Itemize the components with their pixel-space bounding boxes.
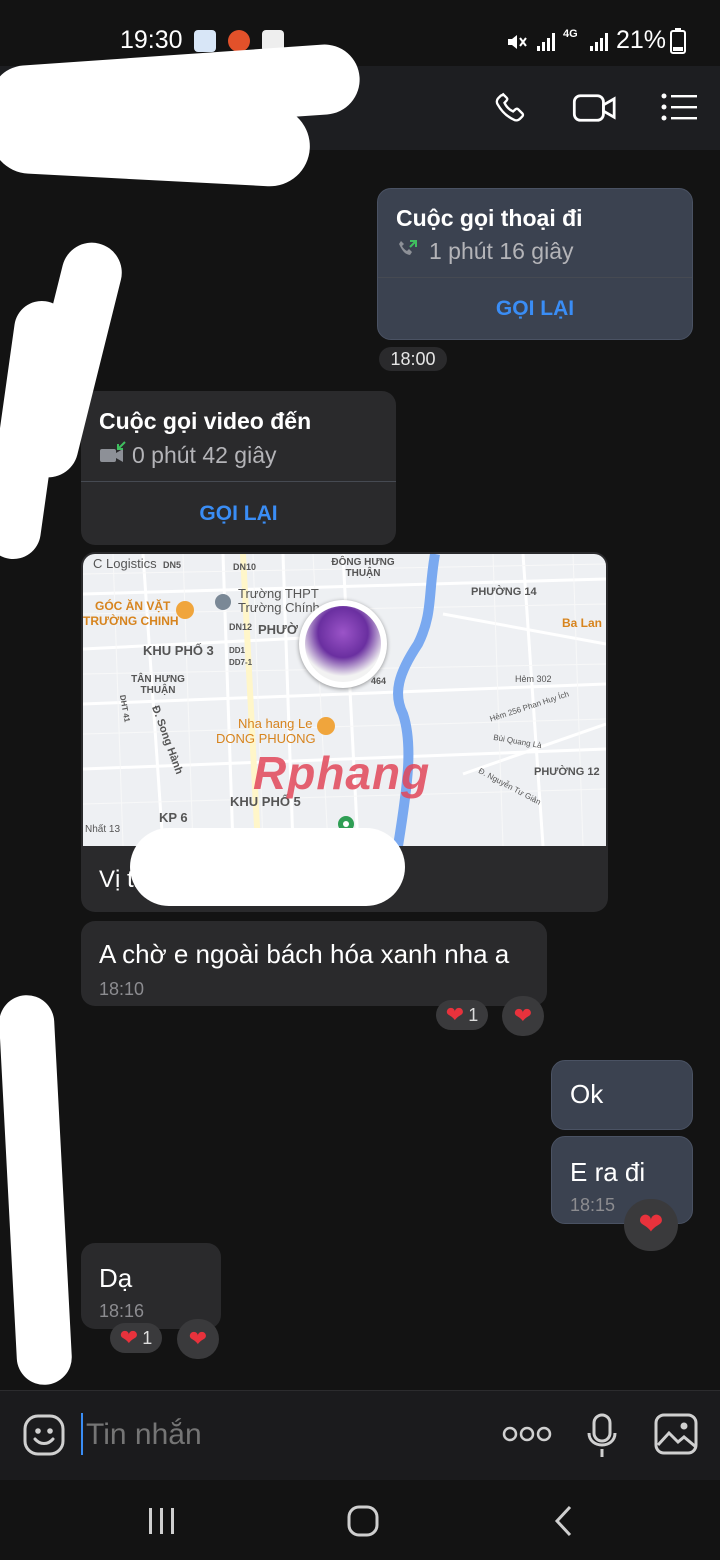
outgoing-call-card: Cuộc gọi thoại đi 1 phút 16 giây GỌI LẠI bbox=[377, 188, 693, 340]
more-icon[interactable] bbox=[502, 1425, 552, 1443]
app-notification-icon bbox=[194, 30, 216, 52]
map-label: Hẻm 302 bbox=[515, 674, 552, 684]
map-label: KHU PHỐ 3 bbox=[143, 643, 214, 658]
map-label: PHƯỜNG 12 bbox=[534, 766, 600, 778]
battery-level: 21% bbox=[616, 26, 667, 54]
location-marker bbox=[299, 600, 387, 688]
redaction-mark bbox=[130, 828, 405, 906]
map-label: DN10 bbox=[233, 562, 257, 572]
map-label: DN12 bbox=[229, 622, 253, 632]
redaction-mark bbox=[0, 91, 312, 189]
network-type: 4G bbox=[563, 28, 578, 40]
system-nav-bar bbox=[0, 1480, 720, 1560]
status-time: 19:30 bbox=[120, 26, 183, 54]
map-label: Trường Chính bbox=[238, 600, 320, 615]
text-cursor bbox=[81, 1413, 83, 1455]
map-label: 464 bbox=[371, 676, 387, 686]
reaction-count: 1 bbox=[468, 1004, 479, 1025]
redaction-mark bbox=[0, 993, 74, 1387]
message-text: E ra đi bbox=[570, 1157, 646, 1187]
microphone-icon[interactable] bbox=[586, 1413, 618, 1459]
message-time: 18:15 bbox=[570, 1195, 616, 1215]
battery-icon bbox=[670, 28, 686, 54]
watermark-text: Rphang bbox=[253, 747, 431, 799]
call-back-button[interactable]: GỌI LẠI bbox=[378, 297, 692, 321]
call-back-button[interactable]: GỌI LẠI bbox=[81, 502, 396, 526]
react-button[interactable]: ❤ bbox=[177, 1319, 219, 1359]
location-map[interactable]: C Logistics DN5 DN10 ĐÔNG HƯNG THUẬN PHƯ… bbox=[83, 554, 606, 846]
map-label: TÂN HƯNG THUẬN bbox=[131, 674, 185, 696]
map-label: GÓC ĂN VẶT bbox=[95, 599, 171, 613]
message-time: 18:16 bbox=[99, 1301, 145, 1321]
image-icon[interactable] bbox=[654, 1413, 698, 1455]
incoming-call-card: Cuộc gọi video đến 0 phút 42 giây GỌI LẠ… bbox=[81, 391, 396, 545]
divider bbox=[81, 481, 396, 482]
message-input[interactable] bbox=[84, 1411, 468, 1459]
reaction-count: 1 bbox=[142, 1327, 153, 1348]
react-button[interactable]: ❤ bbox=[502, 996, 544, 1036]
map-label: C Logistics bbox=[93, 556, 157, 571]
heart-icon: ❤ bbox=[513, 1003, 533, 1028]
message-text: A chờ e ngoài bách hóa xanh nha a bbox=[99, 939, 510, 969]
map-label: ĐÔNG HƯNG THUẬN bbox=[331, 557, 395, 579]
reaction-summary[interactable]: ❤ 1 bbox=[110, 1323, 162, 1353]
message-text: Dạ bbox=[99, 1263, 133, 1293]
map-label: Nhất 13 bbox=[85, 824, 121, 835]
message-input-bar bbox=[0, 1390, 720, 1481]
back-icon[interactable] bbox=[552, 1504, 576, 1538]
heart-icon: ❤ bbox=[445, 1002, 465, 1027]
mute-icon bbox=[508, 35, 527, 49]
signal-icon bbox=[537, 33, 555, 51]
recent-apps-icon[interactable] bbox=[146, 1506, 178, 1536]
map-label: PHƯỜ bbox=[258, 622, 298, 637]
heart-icon: ❤ bbox=[188, 1326, 208, 1351]
map-label: DD7-1 bbox=[229, 658, 253, 667]
map-label: DN5 bbox=[163, 560, 182, 570]
map-label: Nha hang Le bbox=[238, 716, 313, 731]
incoming-video-icon bbox=[100, 441, 126, 462]
emoji-icon[interactable] bbox=[22, 1413, 66, 1457]
message-bubble-outgoing[interactable]: Ok bbox=[551, 1060, 693, 1130]
call-duration: 0 phút 42 giây bbox=[132, 442, 277, 468]
divider bbox=[378, 277, 692, 278]
home-icon[interactable] bbox=[346, 1504, 380, 1538]
message-time: 18:10 bbox=[99, 979, 145, 999]
map-label: KP 6 bbox=[159, 810, 188, 825]
heart-icon: ❤ bbox=[638, 1208, 664, 1241]
map-label: PHƯỜNG 14 bbox=[471, 586, 537, 598]
call-title: Cuộc gọi thoại đi bbox=[396, 205, 583, 231]
map-label: TRƯỜNG CHINH bbox=[83, 614, 179, 628]
map-label: DONG PHUONG bbox=[216, 731, 316, 746]
video-call-icon[interactable] bbox=[572, 90, 618, 126]
avatar bbox=[305, 606, 381, 682]
phone-call-icon[interactable] bbox=[492, 88, 530, 126]
message-text: Ok bbox=[570, 1079, 604, 1109]
signal-icon bbox=[590, 33, 608, 51]
react-button[interactable]: ❤ bbox=[624, 1199, 678, 1251]
call-duration: 1 phút 16 giây bbox=[429, 238, 574, 264]
map-label: Trường THPT bbox=[238, 586, 319, 601]
outgoing-call-icon bbox=[399, 240, 417, 255]
message-bubble-incoming[interactable]: A chờ e ngoài bách hóa xanh nha a 18:10 bbox=[81, 921, 547, 1006]
app-notification-icon bbox=[228, 30, 250, 52]
map-label: DD1 bbox=[229, 646, 246, 655]
map-label: Ba Lan bbox=[562, 616, 603, 630]
call-title: Cuộc gọi video đến bbox=[99, 408, 312, 434]
reaction-summary[interactable]: ❤ 1 bbox=[436, 1000, 488, 1030]
message-bubble-incoming[interactable]: Dạ 18:16 bbox=[81, 1243, 221, 1329]
message-time: 18:00 bbox=[379, 347, 447, 371]
menu-icon[interactable] bbox=[660, 92, 698, 122]
heart-icon: ❤ bbox=[119, 1325, 139, 1350]
